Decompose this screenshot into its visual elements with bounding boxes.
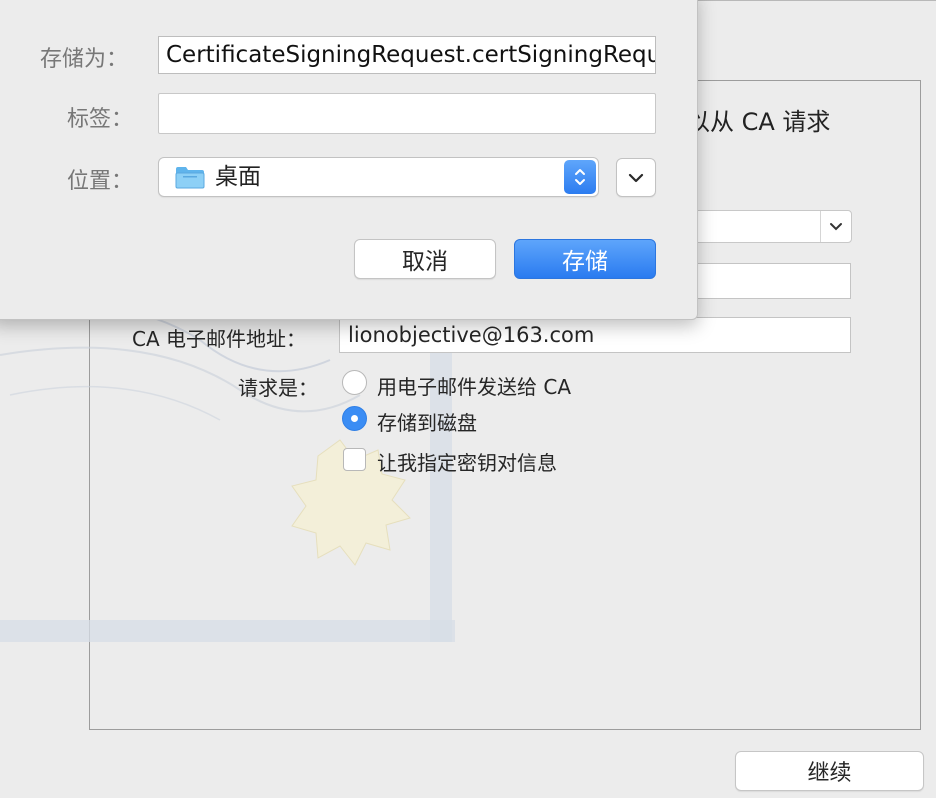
tags-field[interactable] xyxy=(158,93,656,134)
assistant-heading: 以从 CA 请求 xyxy=(686,108,831,136)
where-label: 位置： xyxy=(67,169,134,194)
ca-email-label: CA 电子邮件地址： xyxy=(132,327,307,351)
option-save-label: 存储到磁盘 xyxy=(377,411,477,435)
where-value: 桌面 xyxy=(215,164,261,190)
key-pair-checkbox[interactable] xyxy=(343,448,366,471)
save-button[interactable]: 存储 xyxy=(514,239,656,279)
expand-dialog-button[interactable] xyxy=(616,158,656,197)
save-as-label: 存储为： xyxy=(40,47,129,72)
radio-save-to-disk[interactable] xyxy=(342,406,367,431)
option-email-label: 用电子邮件发送给 CA xyxy=(377,375,572,399)
cancel-button[interactable]: 取消 xyxy=(354,239,496,279)
where-popup[interactable]: 桌面 xyxy=(158,157,599,197)
identity-select[interactable] xyxy=(690,210,852,243)
request-is-label: 请求是： xyxy=(238,376,318,400)
up-down-chevron-icon xyxy=(564,160,596,194)
tags-label: 标签： xyxy=(67,107,134,132)
chevron-down-icon xyxy=(820,211,851,242)
folder-icon xyxy=(175,165,205,193)
ca-email-field[interactable]: lionobjective@163.com xyxy=(339,317,851,353)
continue-button[interactable]: 继续 xyxy=(735,751,924,791)
common-name-field[interactable] xyxy=(690,263,851,299)
radio-email-to-ca[interactable] xyxy=(342,370,367,395)
save-as-field[interactable]: CertificateSigningRequest.certSigningReq… xyxy=(158,36,656,74)
key-pair-label: 让我指定密钥对信息 xyxy=(377,451,557,475)
chevron-down-icon xyxy=(628,168,644,187)
